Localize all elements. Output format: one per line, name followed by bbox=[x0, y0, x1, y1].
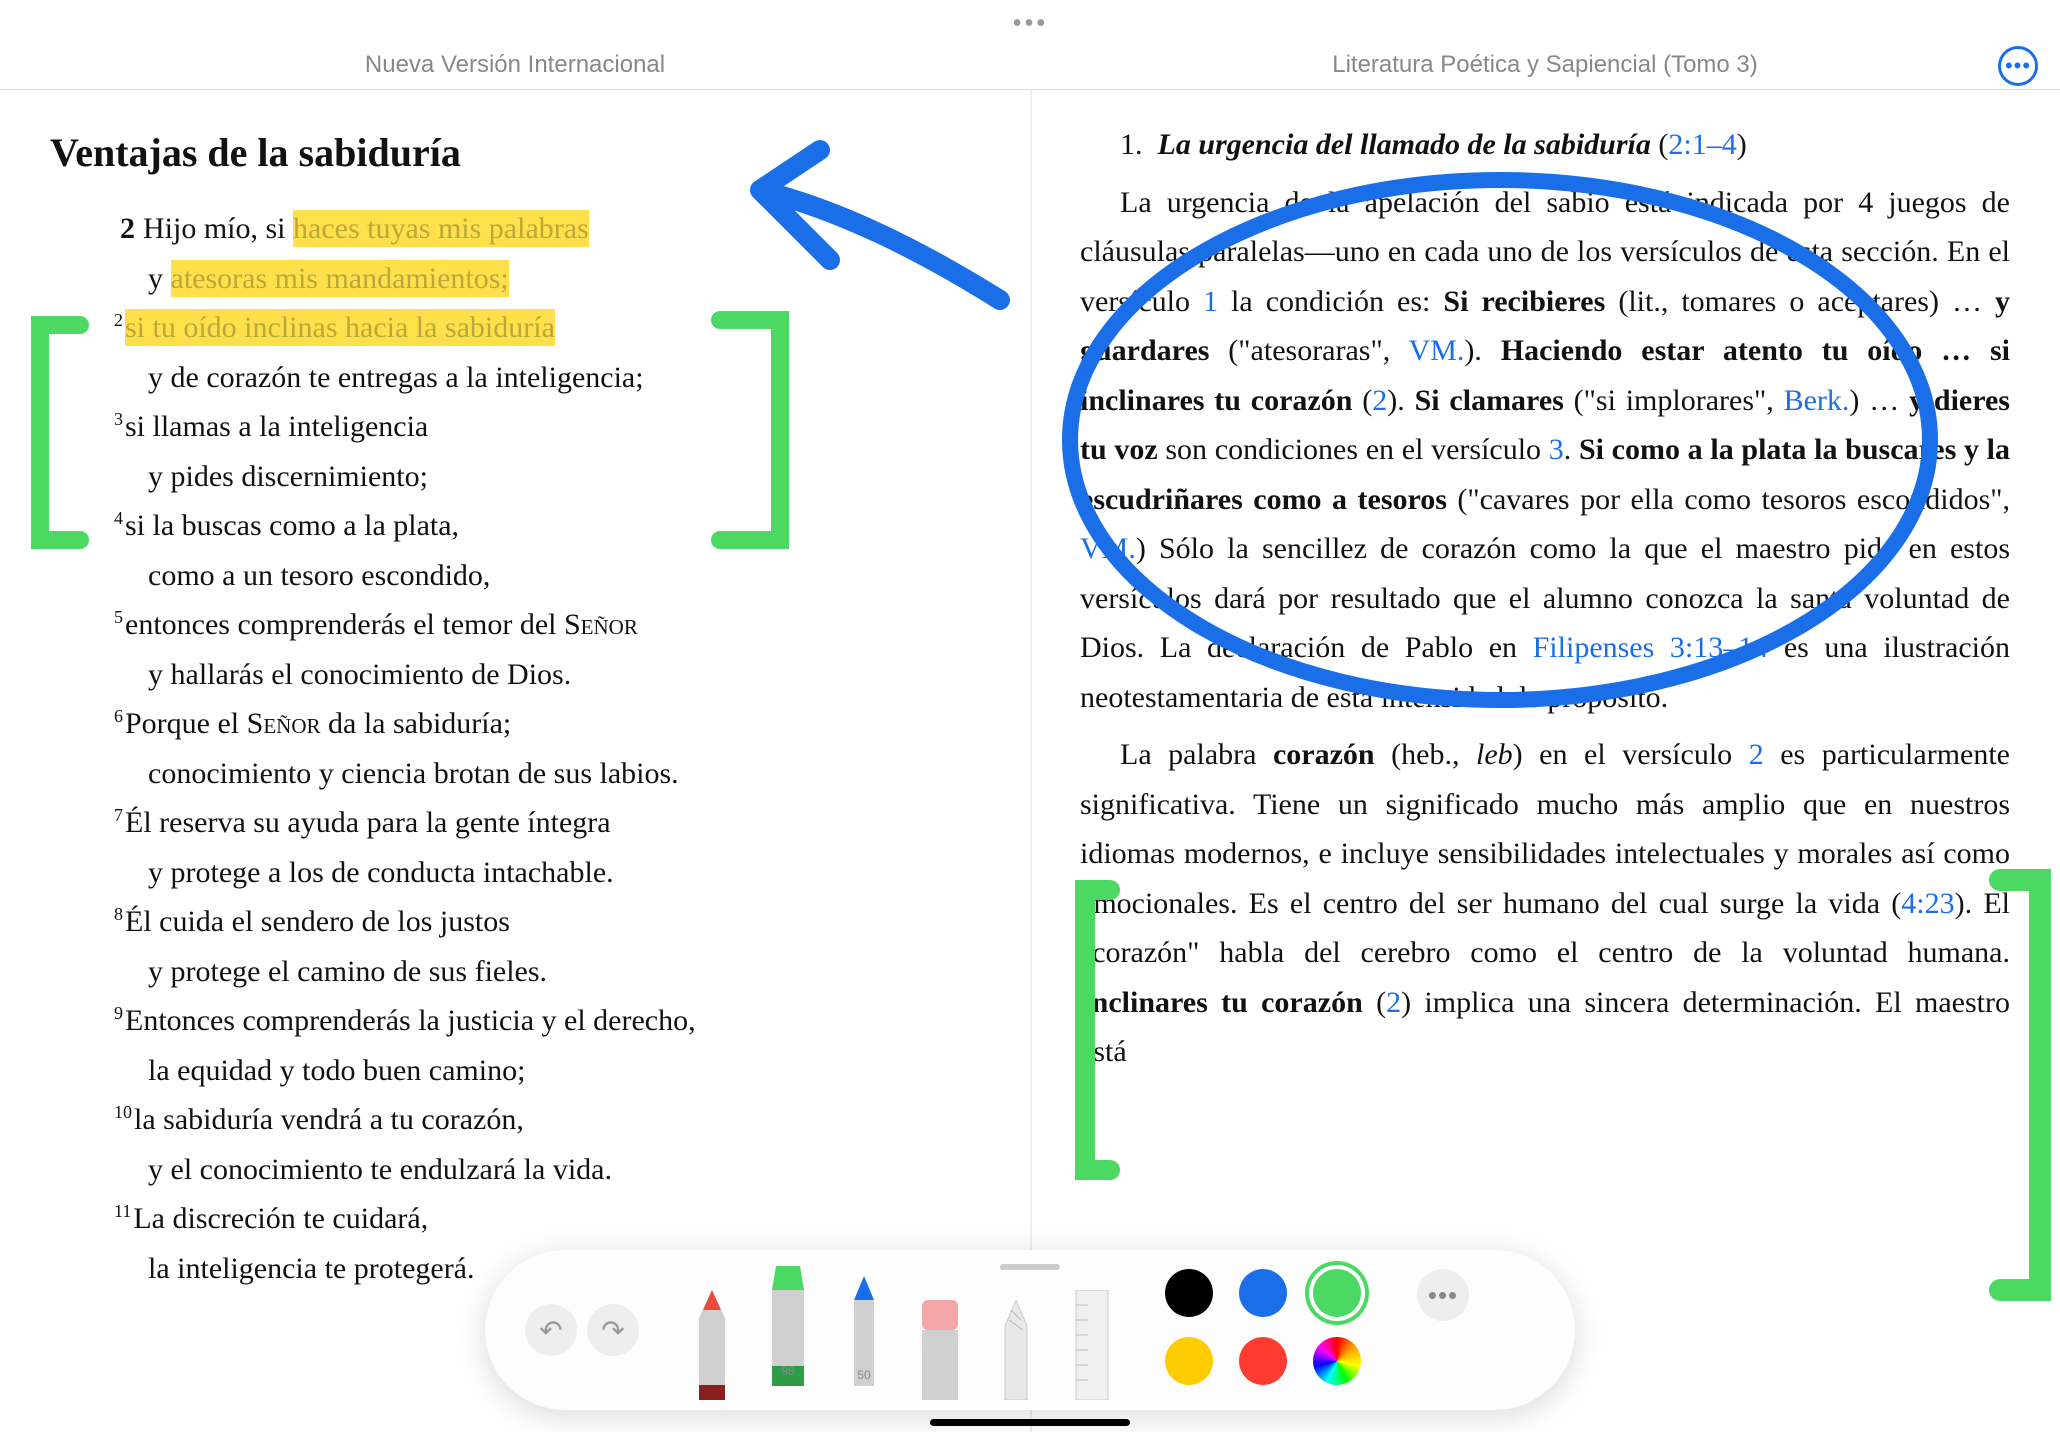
verse-line: 10la sabiduría vendrá a tu corazón, bbox=[50, 1095, 980, 1145]
verse-line: la equidad y todo buen camino; bbox=[50, 1046, 980, 1096]
eraser-tool[interactable] bbox=[917, 1300, 963, 1400]
verse-number: 9 bbox=[114, 1003, 123, 1023]
verse-line: y de corazón te entregas a la inteligenc… bbox=[50, 353, 980, 403]
toolbar-more-button[interactable]: ••• bbox=[1417, 1269, 1469, 1321]
color-red[interactable] bbox=[1239, 1337, 1287, 1385]
scripture-ref-link[interactable]: 3 bbox=[1549, 433, 1564, 466]
highlight: si tu oído inclinas hacia la sabiduría bbox=[125, 309, 555, 346]
commentary-heading: 1. La urgencia del llamado de la sabidur… bbox=[1080, 120, 2010, 170]
verse-line: y atesoras mis mandamientos; bbox=[50, 254, 980, 304]
markup-toolbar[interactable]: ↶ ↷ 98 50 ••• bbox=[485, 1250, 1575, 1410]
verse-line: como a un tesoro escondido, bbox=[50, 551, 980, 601]
verse-number: 8 bbox=[114, 904, 123, 924]
color-palette: ••• bbox=[1165, 1269, 1441, 1391]
section-title: Ventajas de la sabiduría bbox=[50, 120, 980, 186]
right-title-text: Literatura Poética y Sapiencial (Tomo 3) bbox=[1332, 51, 1758, 78]
ruler-tool[interactable] bbox=[1069, 1290, 1115, 1400]
scripture-ref-link[interactable]: 2:1–4 bbox=[1668, 128, 1736, 161]
tool-group: 98 50 bbox=[689, 1260, 1115, 1400]
scripture-ref-link[interactable]: 4:23 bbox=[1901, 887, 1954, 920]
verse-line: 3si llamas a la inteligencia bbox=[50, 402, 980, 452]
home-indicator[interactable] bbox=[930, 1419, 1130, 1426]
window-handle[interactable]: ••• bbox=[1012, 8, 1047, 40]
right-pane-title: Literatura Poética y Sapiencial (Tomo 3)… bbox=[1030, 40, 2060, 89]
verse-line: 2Hijo mío, si haces tuyas mis palabras bbox=[50, 204, 980, 254]
verse-number: 4 bbox=[114, 508, 123, 528]
verse-number: 11 bbox=[114, 1201, 131, 1221]
pencil-size-label: 50 bbox=[857, 1368, 870, 1382]
left-pane[interactable]: Ventajas de la sabiduría 2Hijo mío, si h… bbox=[0, 90, 1030, 1432]
source-ref-link[interactable]: Berk. bbox=[1784, 384, 1850, 417]
color-black[interactable] bbox=[1165, 1269, 1213, 1317]
verse-line: 8Él cuida el sendero de los justos bbox=[50, 897, 980, 947]
source-ref-link[interactable]: VM. bbox=[1080, 532, 1136, 565]
color-blue[interactable] bbox=[1239, 1269, 1287, 1317]
highlighter-tool[interactable]: 98 bbox=[765, 1266, 811, 1400]
verse-line: y pides discernimiento; bbox=[50, 452, 980, 502]
verse-line: conocimiento y ciencia brotan de sus lab… bbox=[50, 749, 980, 799]
verse-line: 11La discreción te cuidará, bbox=[50, 1194, 980, 1244]
verse-number: 3 bbox=[114, 409, 123, 429]
right-pane[interactable]: 1. La urgencia del llamado de la sabidur… bbox=[1030, 90, 2060, 1432]
verse-line: 5entonces comprenderás el temor del Seño… bbox=[50, 600, 980, 650]
verse-line: y hallarás el conocimiento de Dios. bbox=[50, 650, 980, 700]
verse-line: y protege el camino de sus fieles. bbox=[50, 947, 980, 997]
undo-button[interactable]: ↶ bbox=[525, 1304, 577, 1356]
redo-button[interactable]: ↷ bbox=[587, 1304, 639, 1356]
header-bar: Nueva Versión Internacional Literatura P… bbox=[0, 40, 2060, 90]
scripture-ref-link[interactable]: 2 bbox=[1372, 384, 1387, 417]
source-ref-link[interactable]: VM. bbox=[1409, 334, 1465, 367]
verse-line: 7Él reserva su ayuda para la gente ínteg… bbox=[50, 798, 980, 848]
left-pane-title: Nueva Versión Internacional bbox=[0, 40, 1030, 89]
verse-number: 2 bbox=[114, 310, 123, 330]
color-picker[interactable] bbox=[1313, 1337, 1361, 1385]
lasso-tool[interactable] bbox=[993, 1300, 1039, 1400]
highlighter-size-label: 98 bbox=[781, 1364, 794, 1378]
pen-tool[interactable] bbox=[689, 1290, 735, 1400]
commentary-paragraph: La palabra corazón (heb., leb) en el ver… bbox=[1080, 730, 2010, 1077]
scripture-ref-link[interactable]: 2 bbox=[1386, 986, 1401, 1019]
highlight: haces tuyas mis palabras bbox=[293, 210, 589, 247]
verse-number: 2 bbox=[120, 212, 135, 245]
scripture-ref-link[interactable]: 2 bbox=[1749, 738, 1764, 771]
toolbar-grip[interactable] bbox=[1000, 1264, 1060, 1270]
verse-number: 7 bbox=[114, 805, 123, 825]
color-green[interactable] bbox=[1313, 1269, 1361, 1317]
verse-line: y el conocimiento te endulzará la vida. bbox=[50, 1145, 980, 1195]
verse-line: 4si la buscas como a la plata, bbox=[50, 501, 980, 551]
content-area: Ventajas de la sabiduría 2Hijo mío, si h… bbox=[0, 90, 2060, 1432]
commentary-paragraph: La urgencia de la apelación del sabio es… bbox=[1080, 178, 2010, 723]
verse-number: 6 bbox=[114, 706, 123, 726]
verse-line: 6Porque el Señor da la sabiduría; bbox=[50, 699, 980, 749]
verse-line: y protege a los de conducta intachable. bbox=[50, 848, 980, 898]
color-yellow[interactable] bbox=[1165, 1337, 1213, 1385]
verse-line: 2si tu oído inclinas hacia la sabiduría bbox=[50, 303, 980, 353]
verse-number: 5 bbox=[114, 607, 123, 627]
highlight: atesoras mis mandamientos; bbox=[171, 260, 509, 297]
scripture-ref-link[interactable]: Filipenses 3:13–14 bbox=[1533, 631, 1769, 664]
pencil-tool[interactable]: 50 bbox=[841, 1276, 887, 1400]
verse-line: 9Entonces comprenderás la justicia y el … bbox=[50, 996, 980, 1046]
scripture-ref-link[interactable]: 1 bbox=[1203, 285, 1218, 318]
more-options-button[interactable]: ••• bbox=[1998, 46, 2038, 86]
verse-number: 10 bbox=[114, 1102, 132, 1122]
